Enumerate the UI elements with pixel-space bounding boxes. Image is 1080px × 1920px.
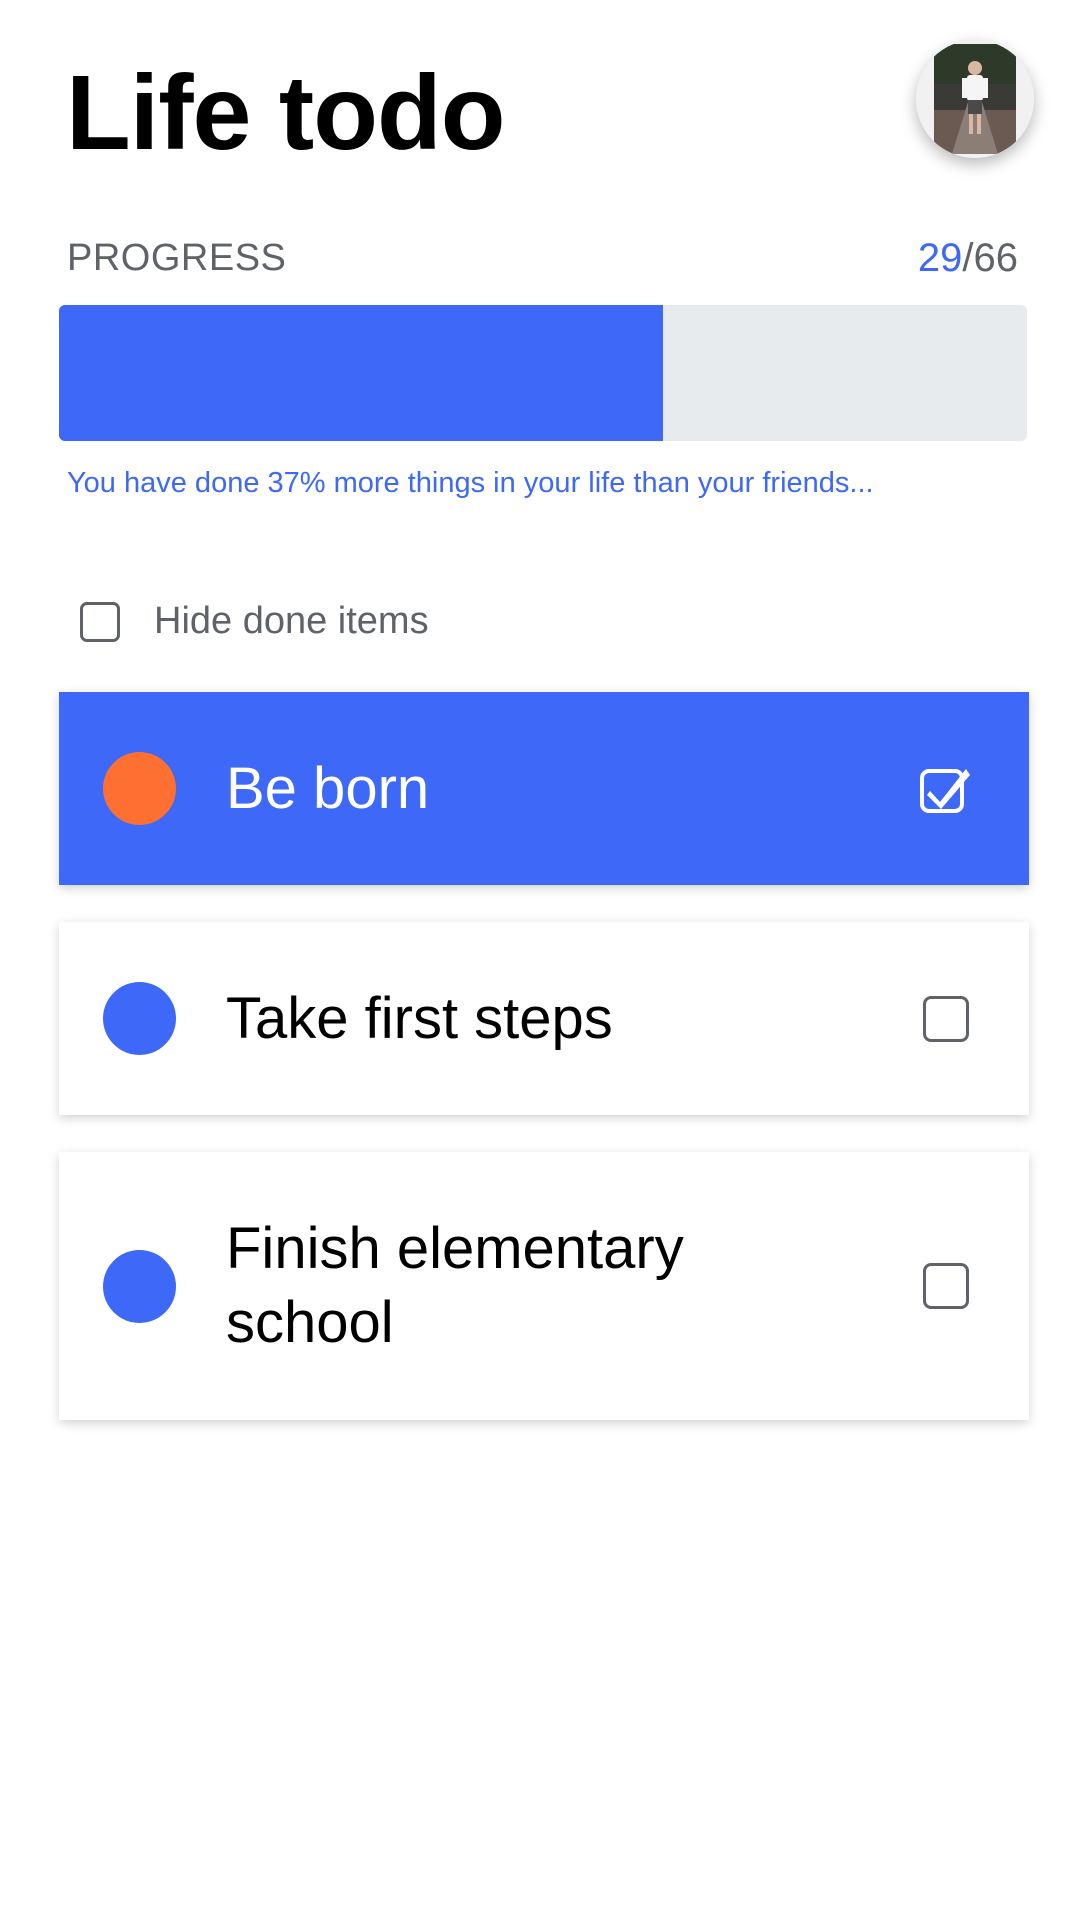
todo-item-take-first-steps[interactable]: Take first steps <box>59 922 1029 1115</box>
empty-checkbox-icon[interactable] <box>923 995 969 1042</box>
todo-title: Be born <box>226 755 430 821</box>
progress-label: PROGRESS <box>67 237 287 279</box>
progress-separator: / <box>962 236 974 280</box>
todo-status-dot <box>103 982 176 1055</box>
progress-count: 29/66 <box>918 236 1018 281</box>
page-title: Life todo <box>66 54 505 172</box>
progress-total-count: 66 <box>973 236 1019 280</box>
todo-item-be-born[interactable]: Be born <box>59 692 1029 885</box>
todo-item-finish-elementary-school[interactable]: Finish elementary school <box>59 1152 1029 1420</box>
hide-done-label: Hide done items <box>154 600 429 642</box>
progress-bar-fill <box>59 305 663 441</box>
checked-checkbox-icon[interactable] <box>918 761 974 817</box>
avatar[interactable] <box>916 40 1034 158</box>
life-todo-screen: Life todo PROGRESS 29/66 You have done 3… <box>0 0 1080 1920</box>
progress-bar <box>59 305 1027 441</box>
todo-list: Be born Take first steps Finish elementa… <box>59 692 1029 1457</box>
progress-done-count: 29 <box>917 236 963 280</box>
header: Life todo <box>66 40 1034 190</box>
hide-done-toggle[interactable]: Hide done items <box>80 600 429 643</box>
progress-comparison-note: You have done 37% more things in your li… <box>67 467 874 499</box>
todo-title: Finish elementary school <box>226 1216 684 1355</box>
todo-status-dot <box>103 1249 176 1323</box>
avatar-photo-icon <box>916 40 1034 158</box>
empty-checkbox-icon[interactable] <box>923 1263 969 1309</box>
todo-status-dot <box>103 752 176 825</box>
hide-done-checkbox[interactable] <box>80 601 120 642</box>
todo-title: Take first steps <box>226 985 613 1051</box>
